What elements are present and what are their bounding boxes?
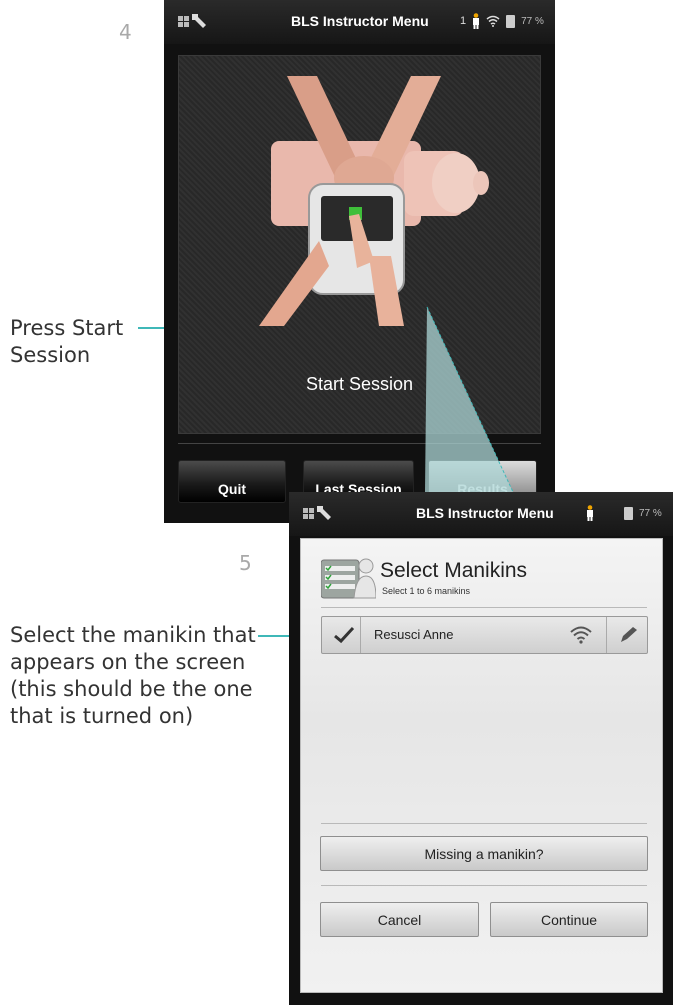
divider (178, 443, 541, 444)
status-icons: 1 77 % (460, 13, 544, 29)
battery-percent: 77 % (639, 507, 662, 519)
select-manikins-subtitle: Select 1 to 6 manikins (382, 586, 471, 596)
status-bar: BLS Instructor Menu 77 % (289, 492, 673, 536)
divider (321, 607, 647, 608)
continue-button[interactable]: Continue (490, 902, 648, 937)
select-manikins-panel: Select Manikins Select 1 to 6 manikins R… (300, 538, 663, 993)
separator (606, 617, 607, 653)
status-icons: 77 % (586, 505, 662, 521)
status-bar: BLS Instructor Menu 1 77 % (164, 0, 555, 44)
separator (360, 617, 361, 653)
missing-manikin-button[interactable]: Missing a manikin? (320, 836, 648, 871)
divider (321, 885, 647, 886)
app-title: BLS Instructor Menu (416, 505, 554, 521)
manikin-row-resusci-anne[interactable]: Resusci Anne (321, 616, 648, 654)
person-icon (473, 13, 480, 29)
step-number-4: 4 (119, 20, 132, 44)
manikin-name: Resusci Anne (374, 627, 454, 642)
start-session-button[interactable]: Start Session (178, 55, 541, 434)
quit-button[interactable]: Quit (178, 460, 286, 503)
person-icon (587, 505, 593, 521)
wifi-icon (570, 626, 592, 644)
cpr-illustration (259, 76, 489, 326)
step-number-5: 5 (239, 551, 252, 575)
battery-icon (506, 14, 516, 28)
battery-icon (624, 506, 633, 520)
wrench-icon[interactable] (176, 10, 210, 32)
wrench-icon[interactable] (301, 502, 335, 524)
app-title: BLS Instructor Menu (291, 13, 429, 29)
edit-icon[interactable] (617, 626, 639, 644)
screen-instructor-menu: BLS Instructor Menu 1 77 % Start Session… (164, 0, 555, 523)
screen-select-manikins: BLS Instructor Menu 77 % Select Manikins… (289, 492, 673, 1005)
cancel-button[interactable]: Cancel (320, 902, 479, 937)
checkmark-icon[interactable] (333, 626, 355, 644)
wifi-icon (486, 15, 500, 27)
manikin-count: 1 (460, 15, 467, 27)
start-session-label: Start Session (305, 374, 414, 394)
battery-percent: 77 % (521, 15, 544, 27)
select-manikins-title: Select Manikins (380, 559, 528, 582)
callout-select-manikin: Select the manikin that appears on the s… (10, 623, 256, 728)
divider (321, 823, 647, 824)
checklist-icon (321, 558, 376, 599)
callout-press-start: Press Start Session (10, 316, 124, 367)
